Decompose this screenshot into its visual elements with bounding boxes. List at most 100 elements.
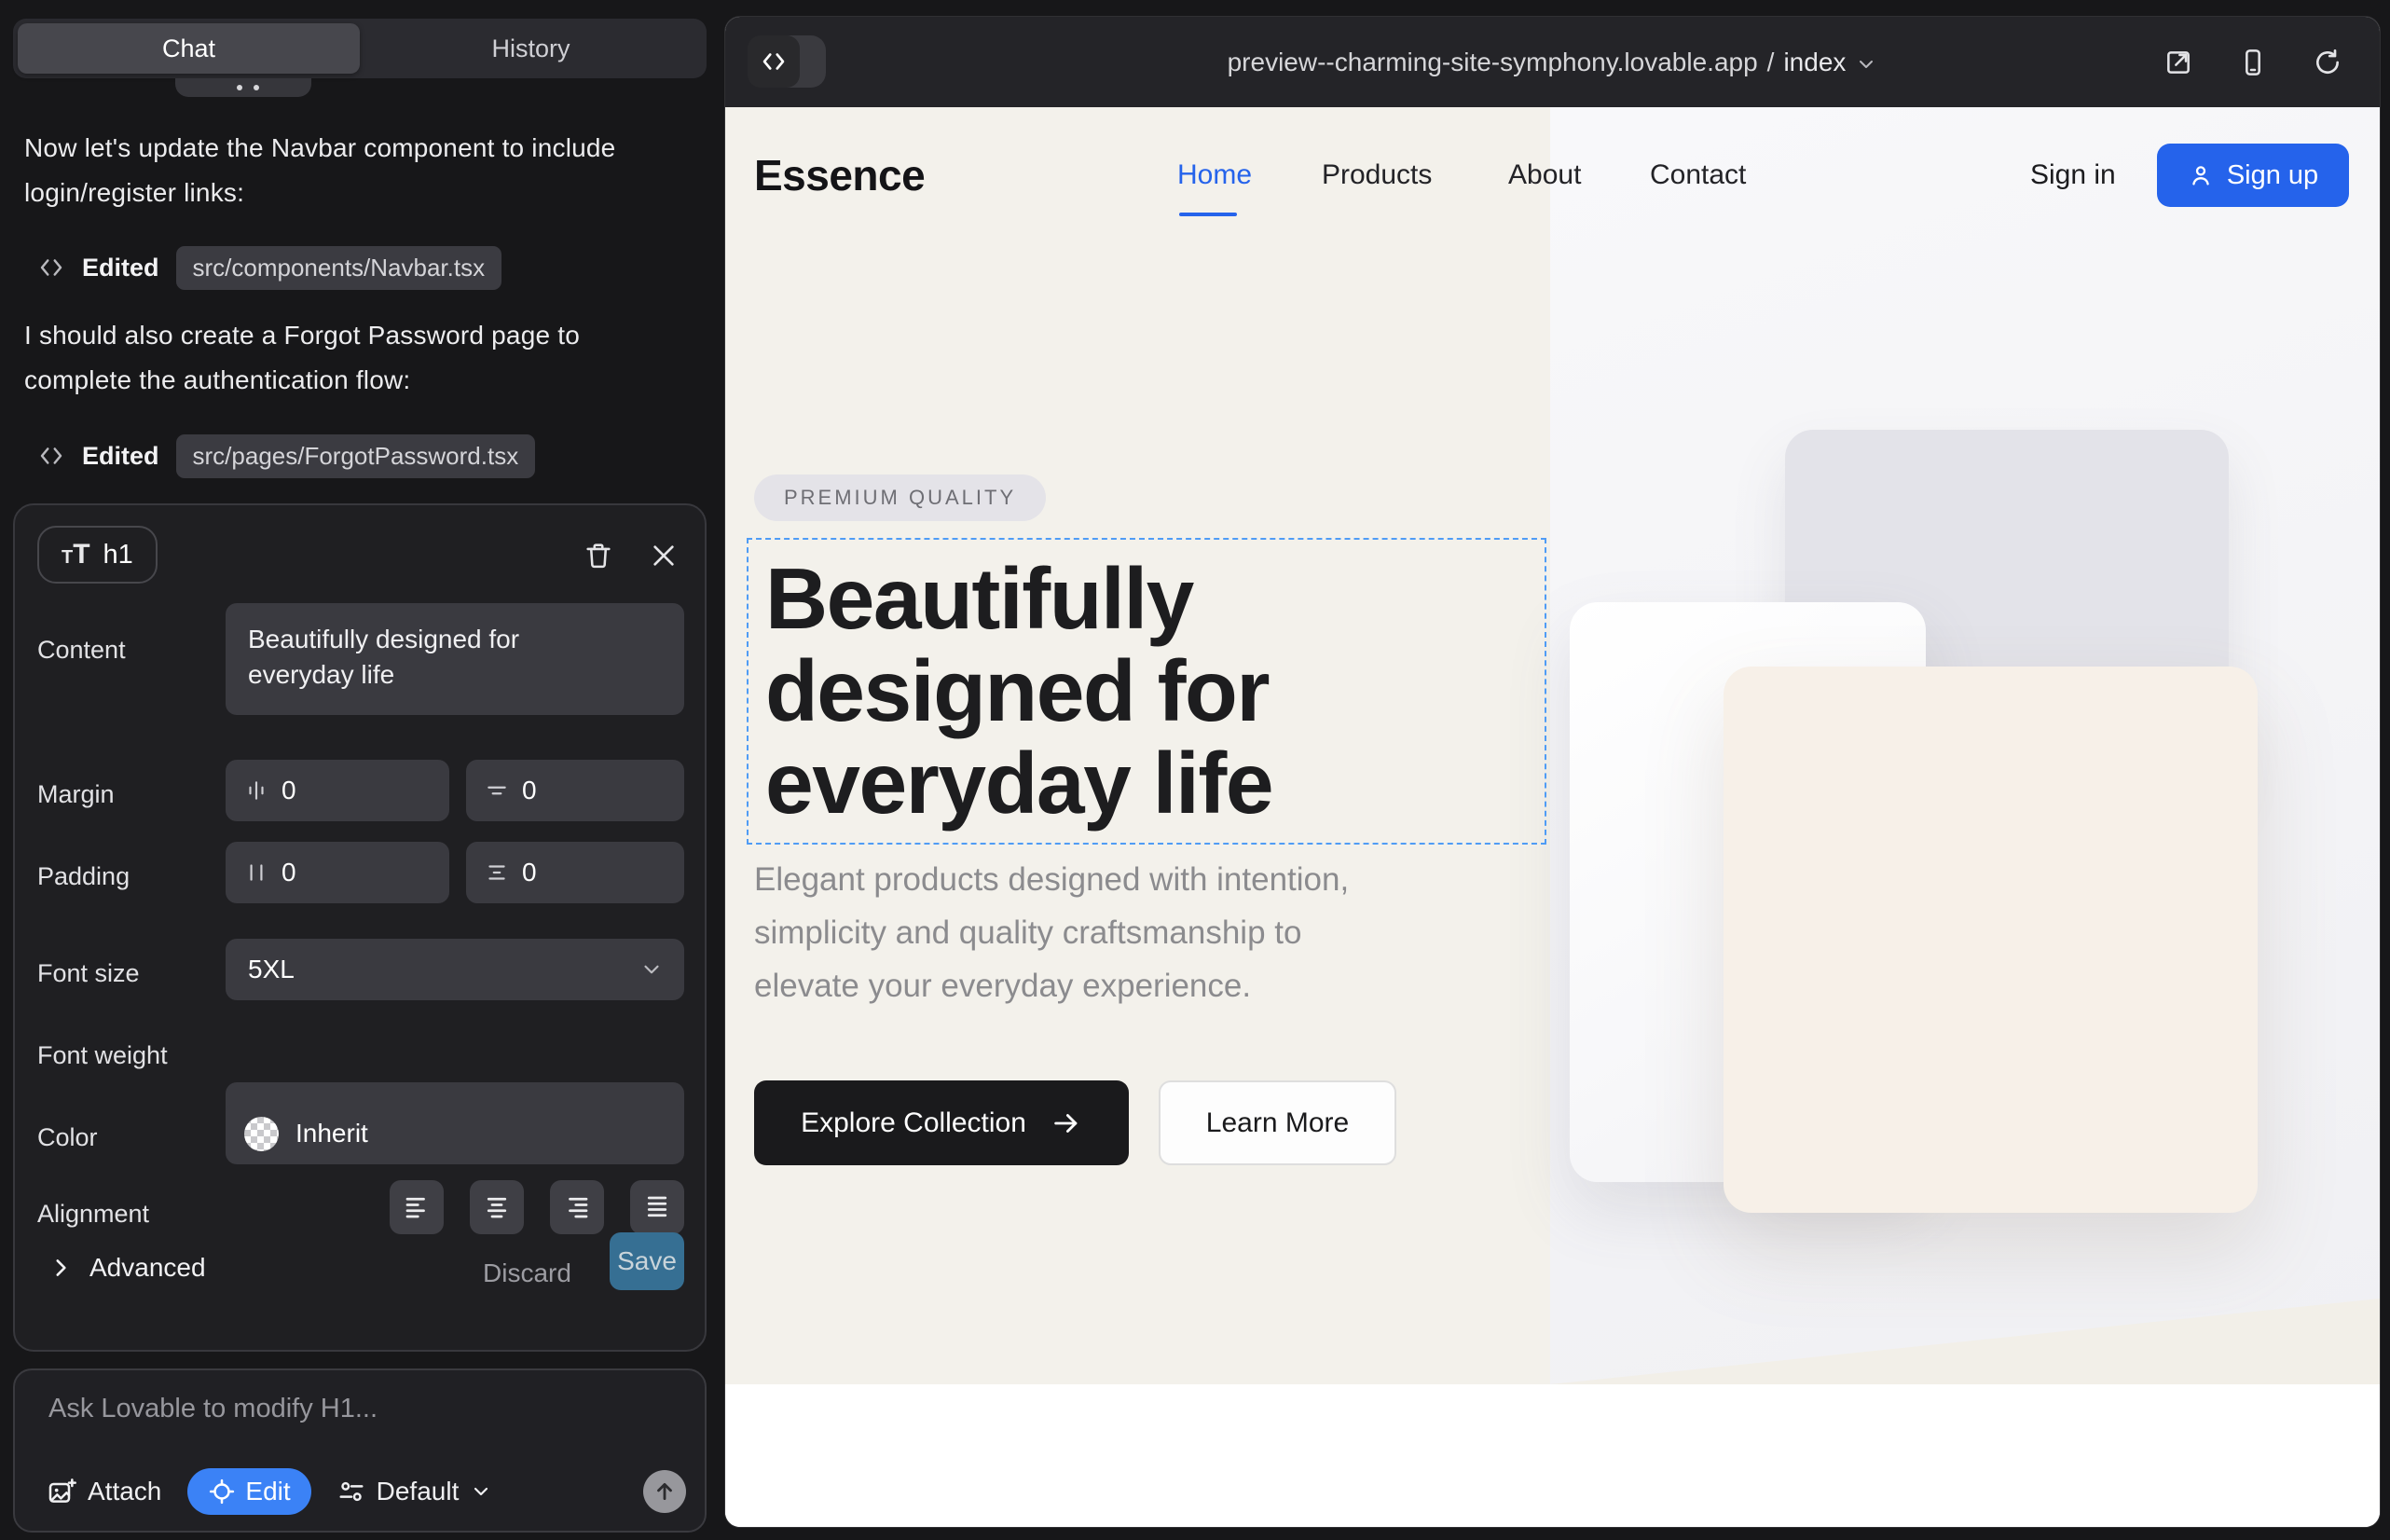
browser-toolbar: preview--charming-site-symphony.lovable.… <box>725 17 2380 107</box>
discard-button[interactable]: Discard <box>483 1258 571 1288</box>
browser-actions <box>2160 17 2346 107</box>
align-justify-button[interactable] <box>630 1180 684 1234</box>
margin-x-input[interactable]: 0 <box>226 760 449 821</box>
edited-file-row: Edited src/pages/ForgotPassword.tsx <box>37 433 535 479</box>
margin-label: Margin <box>37 780 115 809</box>
padding-y-value: 0 <box>522 858 537 887</box>
close-panel-button[interactable] <box>641 533 686 578</box>
align-justify-icon <box>643 1193 671 1221</box>
edited-label: Edited <box>82 254 159 282</box>
sliders-icon <box>337 1478 365 1506</box>
advanced-label: Advanced <box>89 1253 206 1283</box>
font-weight-label: Font weight <box>37 1041 168 1070</box>
padding-label: Padding <box>37 862 130 891</box>
padding-y-input[interactable]: 0 <box>466 842 684 903</box>
url-host[interactable]: preview--charming-site-symphony.lovable.… <box>1228 48 1758 77</box>
color-label: Color <box>37 1123 98 1152</box>
edited-file-row: Edited src/components/Navbar.tsx <box>37 244 501 291</box>
external-link-icon <box>2163 48 2193 77</box>
alignment-buttons <box>390 1180 684 1234</box>
hero-section: Essence Home Products About Contact Sign… <box>725 107 2380 1384</box>
prompt-input[interactable] <box>47 1393 662 1425</box>
save-button[interactable]: Save <box>610 1232 684 1290</box>
chevron-down-icon <box>470 1480 492 1503</box>
trash-icon <box>583 540 614 571</box>
chat-message: Now let's update the Navbar component to… <box>24 126 621 215</box>
align-right-button[interactable] <box>550 1180 604 1234</box>
nav-link-contact[interactable]: Contact <box>1650 159 1746 191</box>
attach-label: Attach <box>88 1477 161 1506</box>
sign-in-link[interactable]: Sign in <box>2030 159 2116 191</box>
sign-up-label: Sign up <box>2227 160 2318 191</box>
chevron-down-icon <box>639 957 664 982</box>
content-label: Content <box>37 636 126 665</box>
color-swatch-transparent <box>244 1117 279 1151</box>
site-logo[interactable]: Essence <box>754 150 925 200</box>
typography-icon: TT <box>62 543 90 567</box>
padding-vertical-icon <box>485 860 509 885</box>
nav-link-home[interactable]: Home <box>1177 159 1252 191</box>
preview-window: preview--charming-site-symphony.lovable.… <box>725 17 2380 1527</box>
attach-image-icon <box>47 1477 76 1506</box>
color-value: Inherit <box>295 1119 368 1148</box>
align-center-button[interactable] <box>470 1180 524 1234</box>
refresh-button[interactable] <box>2309 44 2346 81</box>
advanced-toggle[interactable]: Advanced <box>48 1253 206 1283</box>
color-select[interactable]: Inherit <box>226 1103 684 1164</box>
sign-up-button[interactable]: Sign up <box>2157 144 2349 207</box>
hero-headline-selected[interactable]: Beautifully designed for everyday life <box>747 538 1546 845</box>
arrow-up-icon <box>652 1479 677 1504</box>
align-left-button[interactable] <box>390 1180 444 1234</box>
lovable-app: Chat History Now let's update the Navbar… <box>0 0 2390 1540</box>
close-icon <box>649 541 679 571</box>
nav-link-products[interactable]: Products <box>1322 159 1432 191</box>
delete-element-button[interactable] <box>576 533 621 578</box>
premium-quality-badge: PREMIUM QUALITY <box>754 474 1046 521</box>
edited-file-chip[interactable]: src/components/Navbar.tsx <box>176 246 502 290</box>
margin-x-value: 0 <box>282 776 296 805</box>
code-icon <box>37 442 65 470</box>
explore-collection-button[interactable]: Explore Collection <box>754 1080 1129 1165</box>
padding-x-value: 0 <box>282 858 296 887</box>
code-preview-toggle[interactable] <box>748 35 826 88</box>
attach-button[interactable]: Attach <box>47 1477 161 1506</box>
dot <box>237 85 242 90</box>
nav-active-underline <box>1179 213 1237 216</box>
mobile-view-button[interactable] <box>2234 44 2272 81</box>
model-mode-select[interactable]: Default <box>337 1477 493 1506</box>
chevron-right-icon <box>48 1256 73 1280</box>
learn-more-button[interactable]: Learn More <box>1159 1080 1396 1165</box>
margin-y-value: 0 <box>522 776 537 805</box>
content-input[interactable]: Beautifully designed for everyday life <box>226 603 684 715</box>
code-view-segment[interactable] <box>748 35 800 88</box>
scrolled-chat-bubble <box>175 78 311 97</box>
tab-chat[interactable]: Chat <box>18 23 360 74</box>
chat-history-tabs: Chat History <box>13 19 707 78</box>
tab-history[interactable]: History <box>360 23 702 74</box>
chat-message: I should also create a Forgot Password p… <box>24 313 621 403</box>
edited-file-chip[interactable]: src/pages/ForgotPassword.tsx <box>176 434 536 478</box>
open-external-button[interactable] <box>2160 44 2197 81</box>
nav-link-about[interactable]: About <box>1508 159 1581 191</box>
font-size-select[interactable]: 5XL <box>226 939 684 1000</box>
url-bar: preview--charming-site-symphony.lovable.… <box>725 17 2380 107</box>
align-left-icon <box>403 1193 431 1221</box>
hero-subtext: Elegant products designed with intention… <box>754 853 1416 1012</box>
selected-element-chip[interactable]: TT h1 <box>37 526 158 584</box>
section-below-hero <box>725 1384 2380 1527</box>
chevron-down-icon[interactable] <box>1855 53 1877 76</box>
arrow-right-icon <box>1051 1107 1082 1139</box>
refresh-icon <box>2313 48 2342 77</box>
content-value: Beautifully designed for everyday life <box>248 622 593 693</box>
align-right-icon <box>563 1193 591 1221</box>
code-icon <box>37 254 65 282</box>
padding-x-input[interactable]: 0 <box>226 842 449 903</box>
padding-horizontal-icon <box>244 860 268 885</box>
decorative-card-cream <box>1724 667 2258 1213</box>
margin-vertical-icon <box>485 778 509 803</box>
url-path[interactable]: index <box>1783 48 1846 77</box>
send-button[interactable] <box>643 1470 686 1513</box>
edit-mode-button[interactable]: Edit <box>187 1468 310 1515</box>
margin-y-input[interactable]: 0 <box>466 760 684 821</box>
code-icon <box>760 48 788 76</box>
